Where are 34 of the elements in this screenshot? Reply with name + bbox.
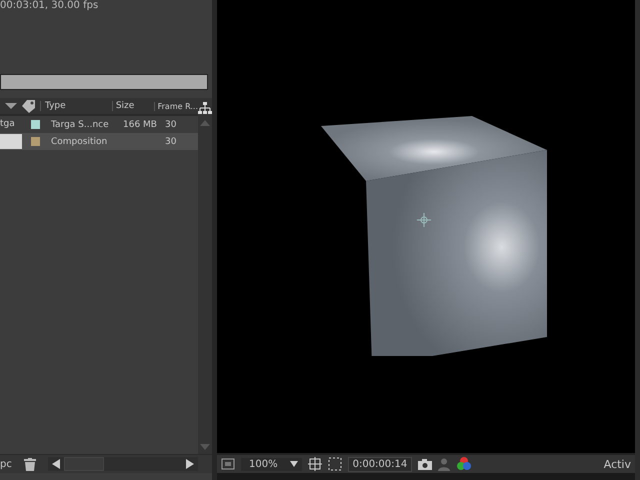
region-icon[interactable] [221, 458, 235, 470]
scroll-right-arrow-icon[interactable] [186, 459, 194, 469]
comp-info-text: 00:03:01, 30.00 fps [0, 0, 100, 13]
label-color-swatch[interactable] [31, 120, 40, 129]
column-header[interactable]: Size [112, 101, 151, 111]
grid-icon[interactable] [308, 457, 322, 471]
scroll-left-arrow-icon[interactable] [52, 459, 60, 469]
item-type: Targa S...nce [50, 120, 110, 130]
flowchart-icon[interactable] [198, 102, 212, 114]
item-type: Composition [50, 136, 108, 146]
project-item-row[interactable]: Composition 30 [0, 133, 198, 150]
composition-viewport[interactable] [217, 0, 635, 453]
item-name: tga [0, 118, 16, 131]
caret-icon [290, 461, 298, 467]
item-size: 166 MB [123, 120, 158, 130]
camera-icon[interactable] [418, 458, 432, 470]
tag-icon[interactable] [21, 99, 37, 113]
dropdown-arrow-icon[interactable] [4, 102, 18, 110]
active-camera-dropdown[interactable]: Activ [600, 458, 631, 470]
label-color-swatch[interactable] [31, 137, 40, 146]
search-field[interactable] [0, 74, 208, 90]
horizontal-scrollbar[interactable] [48, 457, 198, 471]
color-channels-icon[interactable] [456, 457, 472, 471]
item-frame-rate: 30 [165, 120, 176, 130]
item-frame-rate: 30 [165, 136, 176, 146]
vertical-scrollbar[interactable] [198, 98, 212, 454]
zoom-dropdown[interactable]: 100% [241, 458, 302, 470]
timecode-field[interactable]: 0:00:00:14 [348, 456, 412, 472]
bit-depth-label[interactable]: pc [0, 458, 12, 470]
name-highlight [0, 134, 22, 149]
column-header[interactable]: Type [40, 101, 109, 111]
project-item-row[interactable]: tga Targa S...nce 166 MB 30 [0, 116, 198, 133]
mask-toggle-icon[interactable] [328, 457, 342, 471]
trash-icon[interactable] [24, 458, 36, 470]
